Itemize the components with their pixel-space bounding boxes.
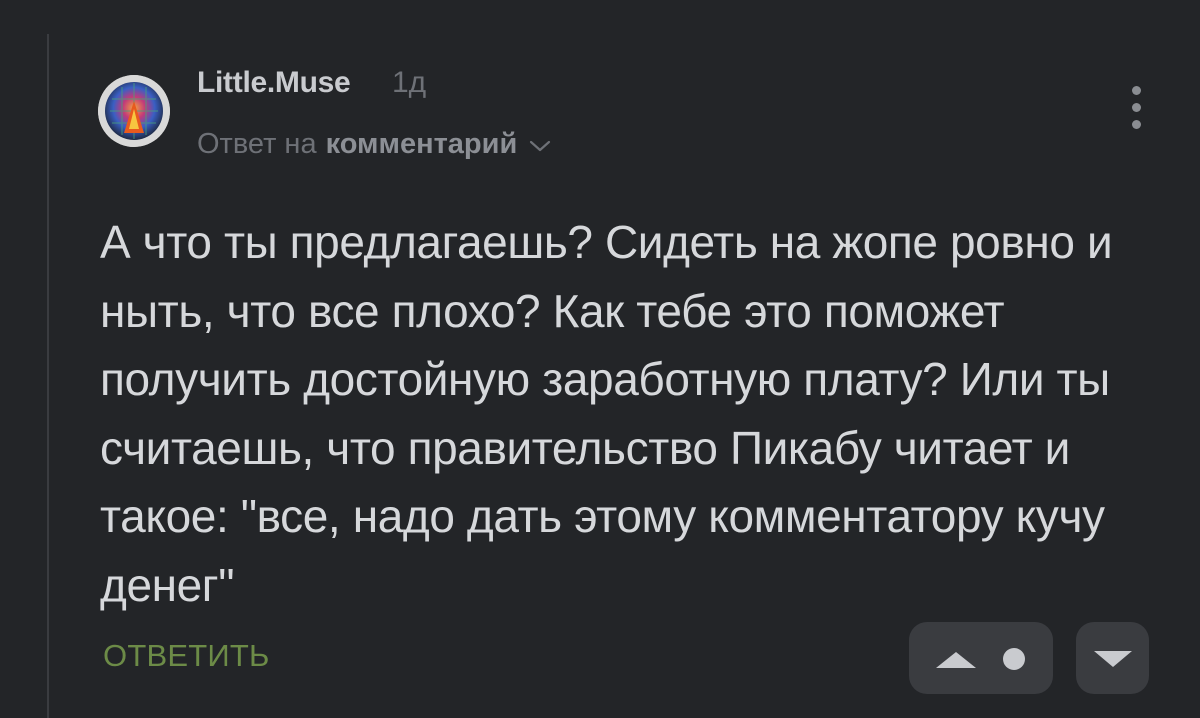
reply-to-line: Ответ на комментарий <box>197 128 551 161</box>
comment-time: 1д <box>392 66 427 99</box>
reply-to-comment-link[interactable]: комментарий <box>326 128 518 161</box>
comment-screen: Little.Muse 1д Ответ на комментарий А чт… <box>0 0 1200 718</box>
upvote-button[interactable] <box>909 622 1053 694</box>
downvote-button[interactable] <box>1076 622 1149 694</box>
triangle-up-icon <box>936 652 976 668</box>
comment-text: А что ты предлагаешь? Сидеть на жопе ров… <box>100 216 1113 611</box>
chevron-down-icon[interactable] <box>529 128 551 161</box>
reply-button[interactable]: ОТВЕТИТЬ <box>103 638 270 674</box>
triangle-down-icon <box>1094 651 1132 667</box>
author-name[interactable]: Little.Muse <box>197 66 351 100</box>
dot-icon <box>1003 648 1025 670</box>
avatar[interactable] <box>98 75 170 147</box>
thread-line[interactable] <box>47 34 49 718</box>
more-vertical-icon[interactable] <box>1124 86 1150 136</box>
reply-to-prefix: Ответ на <box>197 128 317 160</box>
